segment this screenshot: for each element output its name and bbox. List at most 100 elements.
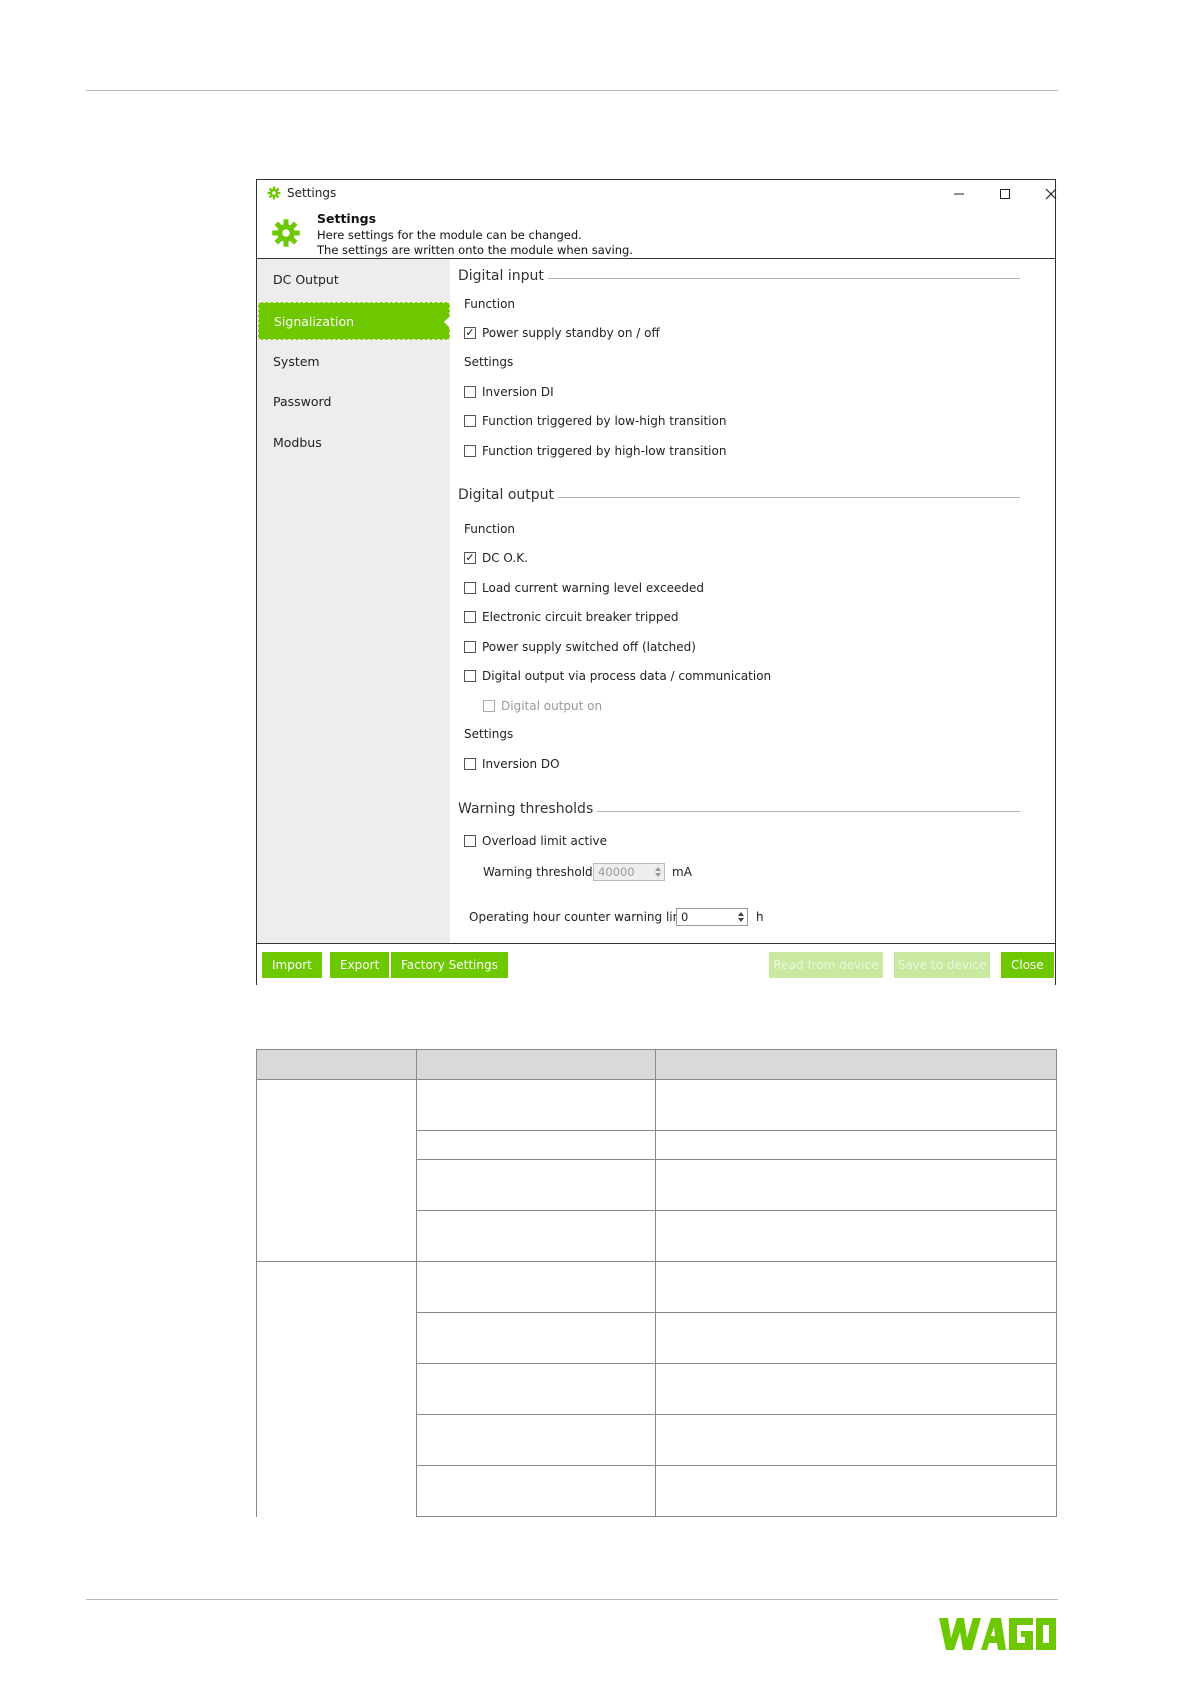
low-high-transition-checkbox[interactable]: Function triggered by low-high transitio… <box>464 414 726 428</box>
power-standby-checkbox[interactable]: ✓ Power supply standby on / off <box>464 326 660 340</box>
digital-output-on-checkbox[interactable]: Digital output on <box>483 699 602 713</box>
output-via-process-data-checkbox[interactable]: Digital output via process data / commun… <box>464 669 771 683</box>
minimize-button[interactable] <box>939 184 979 204</box>
table-cell <box>416 1312 656 1364</box>
table-header-row <box>256 1049 1057 1080</box>
digital-input-function-label: Function <box>464 297 516 311</box>
overload-limit-checkbox[interactable]: Overload limit active <box>464 834 607 848</box>
gear-icon <box>267 186 281 200</box>
header-title: Settings <box>317 211 377 226</box>
digital-output-settings-label: Settings <box>464 727 514 741</box>
arrow-up-icon <box>738 912 744 916</box>
digital-output-title: Digital output <box>458 487 559 503</box>
export-button[interactable]: Export <box>330 952 390 978</box>
close-icon <box>1045 188 1057 200</box>
sidebar: DC Output Signalization System Password … <box>257 259 450 943</box>
table-row <box>256 1079 1057 1262</box>
switched-off-latched-checkbox[interactable]: Power supply switched off (latched) <box>464 640 696 654</box>
digital-input-settings-label: Settings <box>464 355 514 369</box>
checkbox-box <box>464 445 476 457</box>
hour-counter-label: Operating hour counter warning limit <box>469 910 693 924</box>
check-icon: ✓ <box>465 326 475 339</box>
table-cell <box>416 1130 656 1160</box>
table-group-cell <box>256 1079 417 1262</box>
wago-logo <box>939 1618 1056 1650</box>
sidebar-item-label: DC Output <box>273 272 339 287</box>
checkbox-label: Digital output via process data / commun… <box>482 669 772 683</box>
table-header-cell <box>655 1049 1057 1080</box>
table-cell <box>416 1261 656 1313</box>
checkbox-box <box>483 700 495 712</box>
warning-threshold-label: Warning threshold <box>483 865 593 879</box>
sidebar-item-system[interactable]: System <box>258 343 450 381</box>
checkbox-box: ✓ <box>464 327 476 339</box>
checkbox-label: Overload limit active <box>482 834 608 848</box>
digital-input-title: Digital input <box>458 268 548 284</box>
warning-threshold-stepper[interactable]: 40000 <box>593 863 665 881</box>
save-to-device-button[interactable]: Save to device <box>894 952 990 978</box>
load-current-warning-checkbox[interactable]: Load current warning level exceeded <box>464 581 704 595</box>
factory-settings-button[interactable]: Factory Settings <box>391 952 508 978</box>
close-button[interactable]: Close <box>1001 952 1054 978</box>
check-icon: ✓ <box>465 551 475 564</box>
checkbox-box <box>464 582 476 594</box>
header-rule <box>86 90 1058 91</box>
checkbox-label: Electronic circuit breaker tripped <box>482 610 679 624</box>
inversion-di-checkbox[interactable]: Inversion DI <box>464 385 554 399</box>
table-header-cell <box>256 1049 417 1080</box>
table-cell <box>655 1210 1057 1262</box>
settings-description-table <box>256 1049 1057 1517</box>
table-cell <box>416 1363 656 1415</box>
checkbox-box <box>464 835 476 847</box>
checkbox-box <box>464 670 476 682</box>
sidebar-item-modbus[interactable]: Modbus <box>258 424 450 462</box>
table-cell <box>416 1465 656 1517</box>
stepper-arrows <box>735 909 747 925</box>
checkbox-box <box>464 641 476 653</box>
hour-counter-stepper[interactable]: 0 <box>676 908 748 926</box>
dialog-header: Settings Here settings for the module ca… <box>257 208 1055 259</box>
settings-dialog: Settings Settings Here settings for the … <box>256 179 1057 985</box>
table-row <box>256 1261 1057 1517</box>
circuit-breaker-tripped-checkbox[interactable]: Electronic circuit breaker tripped <box>464 610 679 624</box>
close-window-button[interactable] <box>1031 184 1071 204</box>
window-title: Settings <box>287 186 337 200</box>
table-cell <box>655 1261 1057 1313</box>
read-from-device-button[interactable]: Read from device <box>769 952 883 978</box>
arrow-down-icon <box>738 918 744 922</box>
digital-output-function-label: Function <box>464 522 516 536</box>
minimize-icon <box>954 193 964 195</box>
group-divider <box>580 811 1020 812</box>
table-cell <box>655 1414 1057 1466</box>
maximize-button[interactable] <box>985 184 1025 204</box>
table-cell <box>655 1159 1057 1211</box>
high-low-transition-checkbox[interactable]: Function triggered by high-low transitio… <box>464 444 726 458</box>
sidebar-item-dc-output[interactable]: DC Output <box>258 261 450 299</box>
sidebar-item-label: System <box>273 354 320 369</box>
checkbox-box <box>464 415 476 427</box>
checkbox-label: DC O.K. <box>482 551 528 565</box>
table-group-cell <box>256 1261 417 1517</box>
dc-ok-checkbox[interactable]: ✓ DC O.K. <box>464 551 528 565</box>
import-button[interactable]: Import <box>262 952 322 978</box>
table-cell <box>416 1159 656 1211</box>
settings-content: Digital input Function ✓ Power supply st… <box>450 259 1055 943</box>
hour-counter-unit: h <box>756 910 764 924</box>
header-description-2: The settings are written onto the module… <box>317 243 633 257</box>
arrow-up-icon <box>655 867 661 871</box>
checkbox-label: Function triggered by low-high transitio… <box>482 414 727 428</box>
sidebar-item-password[interactable]: Password <box>258 383 450 421</box>
table-header-cell <box>416 1049 656 1080</box>
table-cell <box>655 1130 1057 1160</box>
maximize-icon <box>1000 189 1010 199</box>
table-cell <box>655 1312 1057 1364</box>
stepper-value: 0 <box>681 910 689 924</box>
table-cell <box>416 1210 656 1262</box>
table-cell <box>655 1465 1057 1517</box>
sidebar-item-signalization[interactable]: Signalization <box>258 302 450 340</box>
inversion-do-checkbox[interactable]: Inversion DO <box>464 757 560 771</box>
title-bar: Settings <box>257 180 1057 208</box>
table-cell <box>655 1363 1057 1415</box>
warning-thresholds-title: Warning thresholds <box>458 801 598 817</box>
checkbox-label: Power supply standby on / off <box>482 326 660 340</box>
